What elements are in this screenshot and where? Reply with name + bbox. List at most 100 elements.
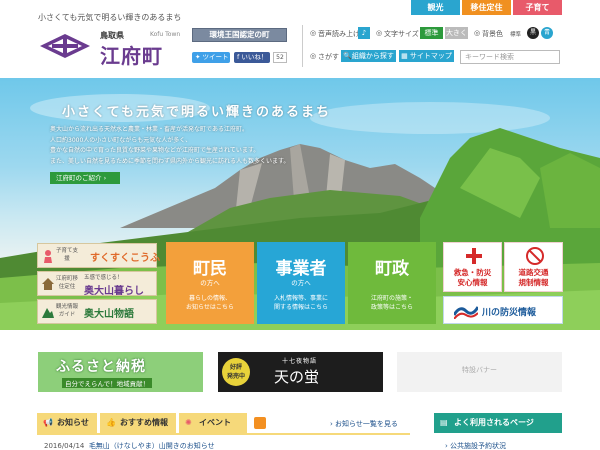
site-title[interactable]: 江府町: [100, 40, 163, 69]
certified-badge[interactable]: 環境王国認定の町: [192, 28, 287, 42]
hero-line: また、美しい自然を見るために季節を問わず県内外から観光に訪れる人も数多くいます。: [50, 157, 290, 165]
river-disaster-button[interactable]: 川の防災情報: [443, 296, 563, 324]
furusato-subtitle: 自分でえらんで！地域貢献！: [62, 378, 153, 388]
town-government-tile[interactable]: 町政 江府町の施策・ 政策等はこちら: [348, 242, 436, 324]
megaphone-icon: 📢: [43, 418, 53, 427]
find-bullet-icon: ◎: [310, 52, 317, 60]
tab-recommend-label: おすすめ情報: [120, 418, 168, 427]
town-government-description: 江府町の施策・ 政策等はこちら: [348, 294, 436, 312]
like-button[interactable]: f いいね！: [234, 52, 270, 63]
top-nav: 観光 移住定住 子育て: [411, 0, 562, 15]
font-size-label: 文字サイズ: [384, 30, 419, 38]
residents-title: 町民: [193, 259, 227, 279]
tagline: 小さくても元気で明るい輝きのあるまち: [38, 13, 182, 22]
special-banner-label: 特設バナー: [462, 366, 497, 374]
business-tile[interactable]: 事業者 の方へ 入札情報等、事業に 関する情報はこちら: [257, 242, 345, 324]
speaker-icon[interactable]: ♪: [358, 27, 370, 39]
bg-blue-button[interactable]: 青: [541, 27, 553, 39]
furusato-title: ふるさと納税: [56, 359, 146, 375]
rss-icon[interactable]: [254, 417, 266, 429]
tab-recommend[interactable]: 👍 おすすめ情報: [100, 413, 176, 433]
tourism-guide-button[interactable]: 観光情報ガイド 奥大山物語: [37, 299, 157, 324]
emergency-safety-label: 救急・防災 安心情報: [444, 268, 501, 288]
sun-icon: ✺: [185, 418, 192, 427]
emergency-safety-line: 安心情報: [457, 278, 488, 287]
childcare-button[interactable]: 子育て支援 すくすくこうふ: [37, 243, 160, 268]
document-icon: ▤: [440, 418, 448, 427]
bg-bullet-icon: ◎: [474, 29, 481, 37]
furusato-tax-banner[interactable]: ふるさと納税 自分でえらんで！地域貢献！: [38, 352, 203, 392]
tab-news[interactable]: 📢 お知らせ: [37, 413, 97, 433]
business-description: 入札情報等、事業に 関する情報はこちら: [257, 294, 345, 312]
search-input[interactable]: キーワード検索: [460, 50, 560, 64]
tab-child[interactable]: 子育て: [513, 0, 562, 15]
news-item[interactable]: 2016/04/14 毛無山（けなしやま）山開きのお知らせ: [44, 441, 215, 450]
frequent-pages-title: よく利用されるページ: [454, 418, 534, 427]
emergency-safety-tile[interactable]: 救急・防災 安心情報: [443, 242, 502, 292]
migration-small-label: 江府町移住定住: [56, 276, 79, 290]
find-by-organization-label: 組織から探す: [351, 52, 394, 60]
mountain-icon: [42, 308, 54, 318]
migration-tagline: 五感で感じる！: [84, 275, 123, 281]
frequent-page-label: 公共施設予約状況: [450, 442, 507, 450]
news-divider: [37, 433, 410, 435]
speaker-bullet-icon: ◎: [310, 29, 317, 37]
news-date: 2016/04/14: [44, 442, 85, 450]
wave-icon: [454, 306, 478, 319]
tweet-button[interactable]: ✦ ツイート: [192, 52, 230, 63]
hotaru-banner[interactable]: 好評 発売中 十七夜物語 天の蛍: [218, 352, 383, 392]
business-title: 事業者: [275, 259, 327, 279]
migration-title: 奥大山暮らし: [84, 286, 144, 297]
like-label: いいね！: [241, 53, 268, 61]
bg-normal-button[interactable]: 標準: [510, 30, 521, 38]
town-intro-link[interactable]: 江府町のご紹介 ›: [50, 172, 120, 184]
migration-button[interactable]: 江府町移住定住 五感で感じる！ 奥大山暮らし: [37, 271, 157, 297]
no-entry-icon: [526, 247, 544, 265]
find-label: さがす: [318, 53, 339, 61]
search-icon: 🔍: [343, 52, 352, 60]
childcare-title: すくすくこうふ: [90, 253, 160, 264]
hero-description: 奥大山から流れ出る天然水と農業・林業・畜産が活発な町である江府町。 人口約300…: [50, 125, 310, 167]
bg-black-button[interactable]: 黒: [527, 27, 539, 39]
business-desc-line: 関する情報はこちら: [273, 304, 328, 311]
town-government-title: 町政: [375, 259, 409, 279]
find-by-organization-button[interactable]: 🔍組織から探す: [341, 50, 396, 62]
tourism-guide-title: 奥大山物語: [84, 309, 134, 320]
frequent-pages-header: ▤ よく利用されるページ: [434, 413, 562, 433]
news-list-link[interactable]: › お知らせ一覧を見る: [330, 419, 398, 429]
tab-tourism[interactable]: 観光: [411, 0, 460, 15]
business-desc-line: 入札情報等、事業に: [273, 295, 328, 302]
arrow-right-icon: ›: [103, 174, 107, 182]
page: 観光 移住定住 子育て 小さくても元気で明るい輝きのあるまち 鳥取県 Kofu …: [0, 0, 600, 450]
on-sale-line: 発売中: [226, 373, 245, 380]
hotaru-title: 天の蛍: [274, 368, 320, 386]
speech-label: 音声読み上げ: [318, 30, 360, 38]
on-sale-badge: 好評 発売中: [222, 358, 250, 386]
childcare-small-label: 子育て支援: [56, 248, 79, 262]
hero-line: 豊かな自然の中で育った良質な野菜や果物などが江府町で生産されています。: [50, 147, 260, 154]
hero-line: 奥大山から流れ出る天然水と農業・林業・畜産が活発な町である江府町。: [50, 126, 248, 133]
residents-desc-line: お知らせはこちら: [186, 304, 234, 311]
tab-event[interactable]: ✺ イベント: [179, 413, 247, 433]
house-icon: [42, 278, 54, 290]
news-list-label: お知らせ一覧を見る: [335, 420, 398, 428]
residents-tile[interactable]: 町民 の方へ 暮らしの情報、 お知らせはこちら: [166, 242, 254, 324]
sitemap-label: サイトマップ: [409, 52, 452, 60]
sitemap-button[interactable]: ▦ サイトマップ: [399, 50, 454, 62]
residents-description: 暮らしの情報、 お知らせはこちら: [166, 294, 254, 312]
banner-row: ふるさと納税 自分でえらんで！地域貢献！ 好評 発売中 十七夜物語 天の蛍 特設バ…: [0, 340, 600, 400]
news-title: 毛無山（けなしやま）山開きのお知らせ: [88, 442, 215, 450]
font-size-large-button[interactable]: 大きく: [445, 27, 468, 39]
traffic-info-tile[interactable]: 道路交通 規制情報: [504, 242, 563, 292]
tab-migrate[interactable]: 移住定住: [462, 0, 511, 15]
traffic-info-line: 規制情報: [518, 278, 549, 287]
frequent-page-item[interactable]: › 公共施設予約状況: [445, 441, 506, 450]
town-emblem-icon[interactable]: [38, 32, 92, 60]
header: 観光 移住定住 子育て 小さくても元気で明るい輝きのあるまち 鳥取県 Kofu …: [0, 0, 600, 78]
red-cross-icon: [466, 248, 482, 264]
tab-event-label: イベント: [199, 418, 231, 427]
special-banner[interactable]: 特設バナー: [397, 352, 562, 392]
font-size-normal-button[interactable]: 標準: [420, 27, 443, 39]
twitter-icon: ✦: [195, 53, 203, 61]
on-sale-line: 好評: [229, 364, 242, 371]
